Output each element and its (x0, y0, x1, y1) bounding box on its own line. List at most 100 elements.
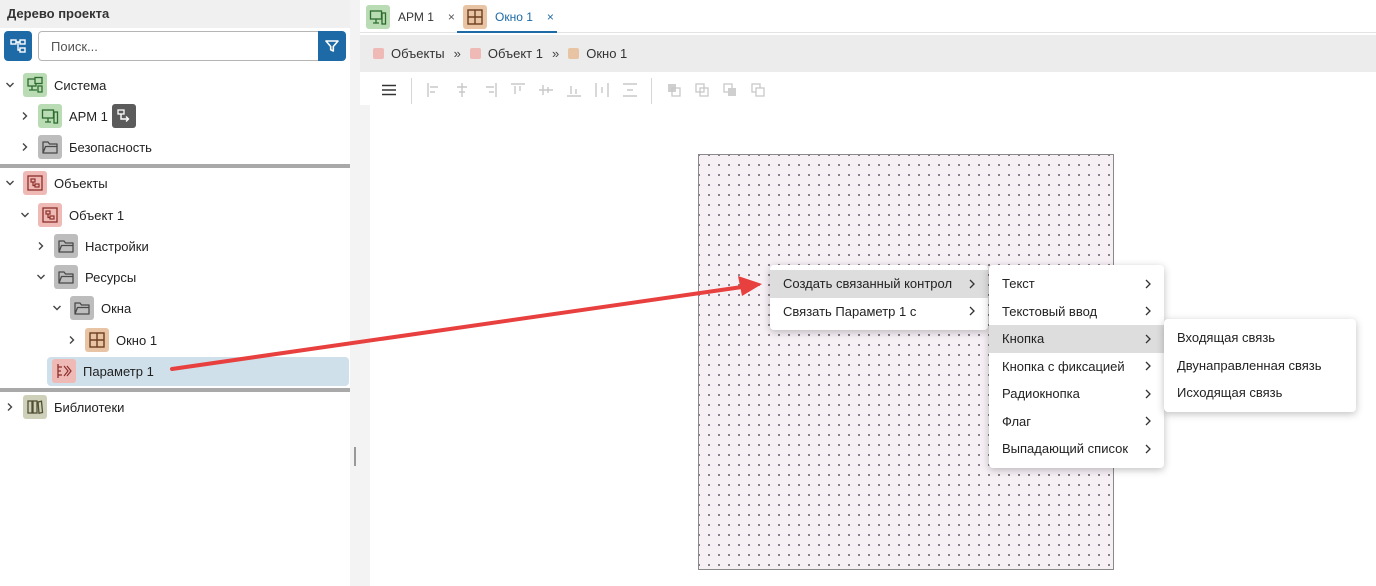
chevron-right-icon[interactable] (65, 333, 79, 347)
tree-item-objects[interactable]: Объекты (3, 170, 108, 196)
tree-item-libraries[interactable]: Библиотеки (3, 394, 124, 420)
tree-item-windows[interactable]: Окна (50, 295, 131, 321)
chevron-down-icon[interactable] (3, 176, 17, 190)
align-center-v-icon[interactable] (538, 82, 554, 98)
breadcrumb-color-marker (469, 48, 481, 59)
menu-item-toggle-button[interactable]: Кнопка с фиксацией (989, 353, 1164, 381)
tree-item-arm1[interactable]: АРМ 1 (18, 103, 136, 129)
breadcrumb-item[interactable]: Объекты (391, 46, 445, 61)
align-center-h-icon[interactable] (454, 82, 470, 98)
tree-item-label: Система (54, 77, 107, 93)
chevron-right-icon[interactable] (18, 140, 32, 154)
hamburger-menu-icon[interactable] (381, 84, 397, 96)
app-window: Дерево проекта Поиск... Система АРМ 1 Бе… (0, 0, 1376, 586)
filter-icon (325, 40, 339, 52)
window-icon (85, 328, 109, 352)
menu-item-label: Исходящая связь (1177, 385, 1283, 401)
menu-item-text-input[interactable]: Текстовый ввод (989, 298, 1164, 326)
filter-button[interactable] (318, 31, 346, 61)
menu-item-button[interactable]: Кнопка (989, 325, 1164, 353)
chevron-right-icon[interactable] (34, 239, 48, 253)
chevron-down-icon[interactable] (3, 78, 17, 92)
folder-icon (54, 265, 78, 289)
menu-item-link-parameter[interactable]: Связать Параметр 1 с (770, 298, 988, 326)
section-divider (0, 164, 350, 168)
menu-item-label: Кнопка с фиксацией (1002, 358, 1125, 374)
chevron-right-icon (1145, 306, 1151, 316)
menu-item-outgoing-link[interactable]: Исходящая связь (1164, 379, 1356, 407)
workstation-icon (38, 104, 62, 128)
menu-item-dropdown[interactable]: Выпадающий список (989, 435, 1164, 463)
folder-icon (54, 234, 78, 258)
chevron-down-icon[interactable] (18, 208, 32, 222)
breadcrumb-item[interactable]: Объект 1 (488, 46, 543, 61)
bring-to-front-icon[interactable] (666, 82, 682, 98)
menu-item-label: Текст (1002, 276, 1035, 292)
drop-into-icon (111, 104, 136, 128)
menu-item-text[interactable]: Текст (989, 270, 1164, 298)
align-top-icon[interactable] (510, 82, 526, 98)
splitter-grip[interactable] (354, 447, 356, 466)
close-icon[interactable]: × (448, 10, 455, 24)
tree-view-button[interactable] (4, 31, 32, 61)
align-right-icon[interactable] (482, 82, 498, 98)
tree-item-label: Объект 1 (69, 207, 125, 223)
toolbar-divider (651, 78, 652, 104)
tree-item-resources[interactable]: Ресурсы (34, 264, 136, 290)
chevron-down-icon[interactable] (34, 270, 48, 284)
tree-item-object1[interactable]: Объект 1 (18, 202, 124, 228)
breadcrumb-color-marker (373, 48, 384, 59)
chevron-right-icon[interactable] (18, 109, 32, 123)
close-icon[interactable]: × (547, 10, 554, 24)
menu-item-incoming-link[interactable]: Входящая связь (1164, 324, 1356, 352)
project-tree-title: Дерево проекта (0, 0, 350, 28)
panel-splitter[interactable] (350, 0, 360, 586)
folder-icon (70, 296, 94, 320)
breadcrumb-item[interactable]: Окно 1 (586, 46, 627, 61)
control-type-submenu: Текст Текстовый ввод Кнопка Кнопка с фик… (989, 265, 1164, 468)
objects-icon (23, 171, 47, 195)
tree-item-settings[interactable]: Настройки (34, 233, 149, 259)
menu-item-label: Создать связанный контрол (783, 276, 953, 292)
workstation-icon (366, 4, 390, 29)
context-menu: Создать связанный контрол Связать Параме… (770, 265, 988, 330)
menu-item-label: Флаг (1002, 413, 1032, 429)
send-backward-icon[interactable] (722, 82, 738, 98)
menu-item-create-linked-control[interactable]: Создать связанный контрол (770, 270, 988, 298)
tab-label: АРМ 1 (398, 9, 434, 24)
distribute-vertical-icon[interactable] (622, 82, 638, 98)
breadcrumb-separator: » (551, 46, 560, 61)
menu-item-label: Входящая связь (1177, 330, 1276, 346)
menu-item-label: Связать Параметр 1 с (783, 303, 917, 319)
menu-item-label: Радиокнопка (1002, 386, 1080, 402)
chevron-down-icon[interactable] (50, 301, 64, 315)
tab-window1[interactable]: Окно 1 × (463, 0, 554, 33)
chevron-right-icon (1145, 416, 1151, 426)
distribute-horizontal-icon[interactable] (594, 82, 610, 98)
library-icon (23, 395, 47, 419)
search-input[interactable] (38, 31, 319, 61)
tree-item-label: Окно 1 (116, 332, 158, 348)
tab-arm1[interactable]: АРМ 1 × (366, 0, 455, 33)
editor-left-gutter (360, 105, 370, 586)
chevron-right-icon (1145, 389, 1151, 399)
menu-item-checkbox[interactable]: Флаг (989, 408, 1164, 436)
toolbar-divider (411, 78, 412, 104)
tree-item-system[interactable]: Система (3, 72, 106, 98)
send-to-back-icon[interactable] (750, 82, 766, 98)
align-left-icon[interactable] (426, 82, 442, 98)
chevron-right-icon (1145, 334, 1151, 344)
menu-item-radio-button[interactable]: Радиокнопка (989, 380, 1164, 408)
chevron-right-icon (969, 279, 975, 289)
chevron-right-icon (1145, 444, 1151, 454)
menu-item-label: Двунаправленная связь (1177, 357, 1322, 373)
window-icon (463, 4, 487, 29)
menu-item-bidirectional-link[interactable]: Двунаправленная связь (1164, 352, 1356, 380)
align-bottom-icon[interactable] (566, 82, 582, 98)
tree-item-parameter1[interactable]: Параметр 1 (52, 358, 154, 384)
chevron-right-icon[interactable] (3, 400, 17, 414)
bring-forward-icon[interactable] (694, 82, 710, 98)
tree-item-security[interactable]: Безопасность (18, 134, 152, 160)
section-divider (0, 388, 350, 392)
tree-item-window1[interactable]: Окно 1 (65, 327, 157, 353)
